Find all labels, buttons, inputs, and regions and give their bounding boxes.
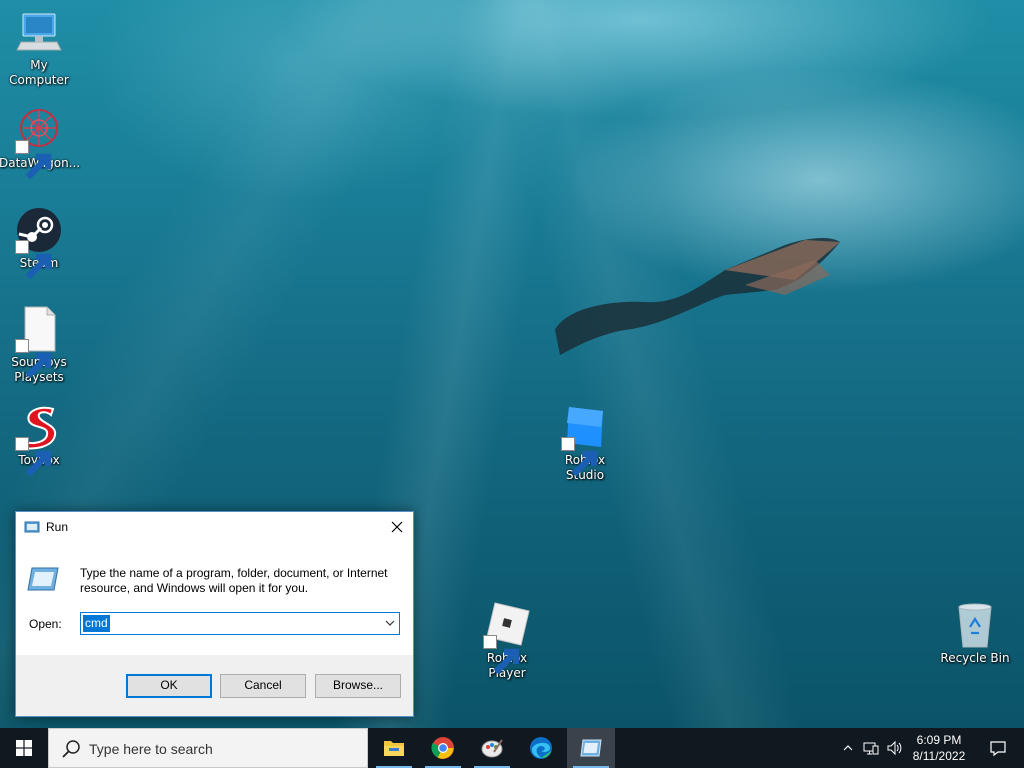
close-icon	[391, 521, 403, 533]
desktop-icon-roblox-studio[interactable]: Roblox Studio	[545, 403, 625, 483]
network-button[interactable]	[861, 738, 881, 758]
computer-icon	[15, 8, 63, 56]
roblox-studio-icon	[561, 403, 609, 477]
desktop-icon-roblox-player[interactable]: Roblox Player	[467, 601, 547, 681]
blank-file-icon	[15, 305, 63, 379]
clock-date: 8/11/2022	[912, 749, 966, 763]
desktop-icon-recycle-bin[interactable]: Recycle Bin	[935, 601, 1015, 666]
taskbar-clock[interactable]: 6:09 PM 8/11/2022	[906, 732, 972, 764]
volume-button[interactable]	[884, 738, 904, 758]
windows-logo-icon	[16, 740, 32, 756]
taskbar-app-chrome[interactable]	[419, 728, 467, 768]
taskbar-app-paint[interactable]	[468, 728, 516, 768]
search-placeholder: Type here to search	[89, 741, 213, 757]
open-combobox[interactable]: cmd	[80, 612, 400, 635]
desktop-icon-label: Recycle Bin	[940, 651, 1010, 665]
run-dialog-description: Type the name of a program, folder, docu…	[80, 566, 388, 595]
show-hidden-icons-button[interactable]	[838, 738, 858, 758]
shortcut-arrow-icon	[15, 140, 52, 180]
open-label: Open:	[29, 617, 62, 631]
run-dialog-title: Run	[46, 520, 69, 534]
wallpaper-diver	[555, 238, 840, 355]
taskbar-app-run[interactable]	[567, 728, 615, 768]
run-dialog: Run Type the name of a program, folder, …	[15, 511, 414, 717]
chrome-icon	[431, 737, 454, 759]
run-icon	[580, 739, 602, 757]
shortcut-arrow-icon	[15, 240, 52, 280]
run-dialog-footer: OK Cancel Browse...	[16, 655, 413, 716]
shortcut-arrow-icon	[483, 635, 520, 675]
shortcut-arrow-icon	[561, 437, 598, 477]
roblox-player-icon	[483, 601, 531, 675]
paint-icon	[481, 739, 503, 758]
run-dialog-titlebar[interactable]: Run	[16, 512, 413, 542]
recycle-bin-icon	[951, 601, 999, 649]
desktop-icon-steam[interactable]: Steam	[0, 206, 79, 280]
close-button[interactable]	[381, 512, 413, 542]
run-program-icon	[26, 566, 60, 592]
datawagon-icon	[15, 106, 63, 180]
steam-icon	[15, 206, 63, 280]
shortcut-arrow-icon	[15, 437, 52, 477]
chevron-down-icon[interactable]	[384, 617, 396, 629]
speaker-icon	[887, 740, 902, 756]
notification-icon	[990, 741, 1006, 757]
cancel-button[interactable]: Cancel	[220, 674, 306, 698]
desktop-icon-label: My Computer	[9, 58, 69, 87]
search-icon	[61, 739, 81, 759]
desktop-icon-souptoys-playsets[interactable]: Souptoys Playsets	[0, 305, 79, 385]
notification-center-button[interactable]	[978, 728, 1018, 768]
start-button[interactable]	[0, 728, 48, 768]
taskbar-search-box[interactable]: Type here to search	[48, 728, 368, 768]
browse-button[interactable]: Browse...	[315, 674, 401, 698]
toybox-icon	[15, 403, 63, 477]
desktop-icon-datawagon[interactable]: DataWagon...	[0, 106, 80, 180]
run-dialog-body: Type the name of a program, folder, docu…	[16, 542, 413, 655]
desktop-icon-toybox[interactable]: Toybox	[0, 403, 79, 477]
run-icon	[24, 519, 40, 535]
file-explorer-icon	[384, 741, 404, 756]
desktop-icon-my-computer[interactable]: My Computer	[0, 8, 79, 88]
taskbar-app-edge[interactable]	[517, 728, 565, 768]
taskbar: Type here to search 6:09 PM 8/11/2022	[0, 728, 1024, 768]
network-icon	[863, 742, 879, 755]
shortcut-arrow-icon	[15, 339, 52, 379]
open-input[interactable]: cmd	[83, 615, 110, 632]
ok-button[interactable]: OK	[126, 674, 212, 698]
chevron-up-icon	[843, 745, 853, 751]
taskbar-app-file-explorer[interactable]	[370, 728, 418, 768]
edge-icon	[530, 737, 552, 759]
clock-time: 6:09 PM	[916, 733, 962, 747]
